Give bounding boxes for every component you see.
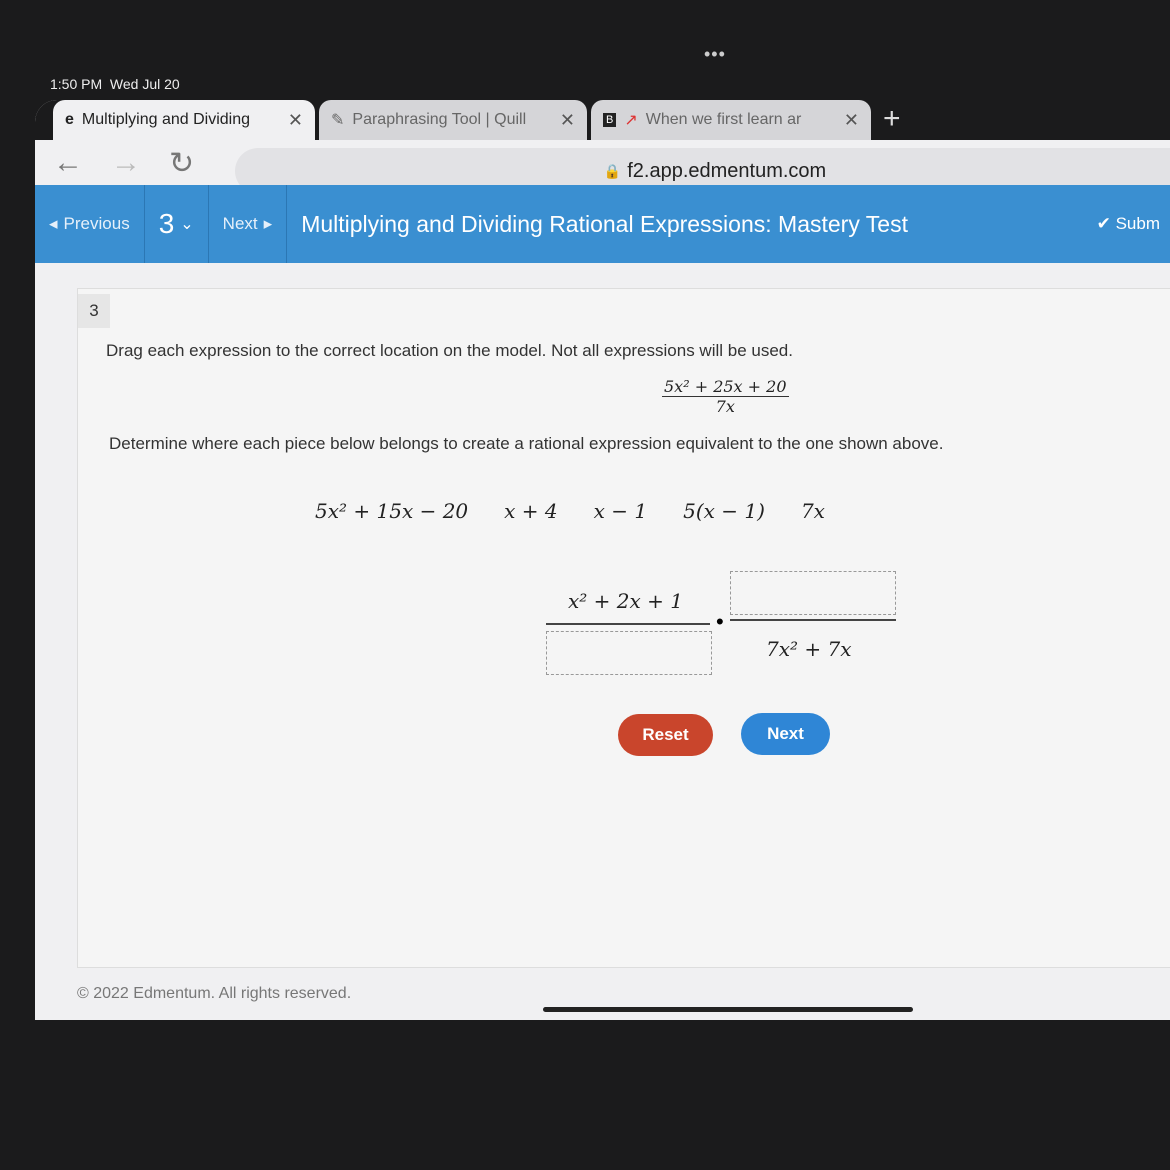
tab-multiplying[interactable]: e Multiplying and Dividing ✕ [53, 100, 315, 140]
draggable-expression[interactable]: x − 1 [594, 499, 647, 523]
home-indicator[interactable] [543, 1007, 913, 1012]
close-icon[interactable]: ✕ [844, 110, 859, 131]
tab-label: When we first learn ar [645, 111, 802, 128]
previous-button[interactable]: ◂ Previous [35, 185, 145, 263]
previous-label: Previous [63, 214, 130, 233]
check-circle-icon: ✔ [1096, 214, 1111, 233]
tab-label: Multiplying and Dividing [81, 111, 250, 128]
more-icon[interactable]: ••• [704, 44, 726, 65]
given-numerator: 5x² + 25x + 20 [662, 377, 789, 397]
quill-icon: ✎ [331, 112, 345, 129]
question-number-badge: 3 [78, 294, 110, 328]
test-title: Multiplying and Dividing Rational Expres… [301, 210, 908, 237]
chevron-left-circle-icon: ◂ [49, 214, 58, 233]
question-selector[interactable]: 3 ⌄ [145, 185, 209, 263]
prompt-text: Determine where each piece below belongs… [109, 434, 944, 453]
reload-icon[interactable]: ↻ [169, 146, 194, 181]
expression-bank: 5x² + 15x − 20 x + 4 x − 1 5(x − 1) 7x [315, 499, 825, 523]
right-numerator-dropzone[interactable] [730, 571, 896, 615]
status-bar: 1:50 PM Wed Jul 20 [50, 76, 180, 92]
draggable-expression[interactable]: 5(x − 1) [683, 499, 765, 523]
edmentum-icon: e [65, 111, 74, 128]
question-panel: 3 Drag each expression to the correct lo… [77, 288, 1170, 968]
tab-bar: e Multiplying and Dividing ✕ ✎ Paraphrasing… [35, 100, 1170, 140]
question-number: 3 [158, 208, 175, 239]
submit-button[interactable]: ✔ Subm [1097, 214, 1170, 234]
url-text: f2.app.edmentum.com [627, 159, 827, 182]
new-tab-icon[interactable]: + [883, 102, 901, 136]
tab-paraphrasing[interactable]: ✎ Paraphrasing Tool | Quill ✕ [319, 100, 587, 140]
instruction-text: Drag each expression to the correct loca… [106, 341, 793, 360]
submit-label: Subm [1115, 214, 1160, 233]
browser-window: e Multiplying and Dividing ✕ ✎ Paraphrasing… [35, 100, 1170, 1020]
tab-label: Paraphrasing Tool | Quill [352, 111, 527, 128]
chart-icon: ↗ [624, 112, 638, 129]
next-label: Next [222, 214, 258, 233]
draggable-expression[interactable]: 5x² + 15x − 20 [315, 499, 468, 523]
date: Wed Jul 20 [109, 76, 180, 92]
multiply-dot: • [716, 609, 724, 634]
given-expression: 5x² + 25x + 20 7x [662, 377, 789, 416]
next-button[interactable]: Next [741, 713, 830, 755]
copyright-footer: © 2022 Edmentum. All rights reserved. [77, 985, 352, 1002]
next-nav-button[interactable]: Next ▸ [209, 185, 288, 263]
draggable-expression[interactable]: x + 4 [504, 499, 557, 523]
given-denominator: 7x [715, 397, 735, 416]
chevron-down-icon: ⌄ [180, 216, 194, 233]
reset-button[interactable]: Reset [618, 714, 713, 756]
close-icon[interactable]: ✕ [560, 110, 575, 131]
chevron-right-circle-icon: ▸ [263, 214, 273, 233]
b-icon: B [603, 113, 617, 127]
left-fraction-bar [546, 623, 710, 625]
close-icon[interactable]: ✕ [288, 110, 303, 131]
right-fraction-bar [730, 619, 896, 621]
test-toolbar: ◂ Previous 3 ⌄ Next ▸ Multiplying and Divid… [35, 185, 1170, 263]
left-numerator: x² + 2x + 1 [568, 589, 683, 613]
draggable-expression[interactable]: 7x [801, 499, 825, 523]
time: 1:50 PM [50, 76, 103, 92]
lock-icon: 🔒 [603, 162, 622, 179]
back-icon[interactable]: ← [53, 146, 83, 181]
tab-when-we-first[interactable]: B ↗ When we first learn ar ✕ [591, 100, 871, 140]
right-denominator: 7x² + 7x [766, 637, 852, 661]
left-denominator-dropzone[interactable] [546, 631, 712, 675]
forward-icon[interactable]: → [111, 146, 141, 181]
